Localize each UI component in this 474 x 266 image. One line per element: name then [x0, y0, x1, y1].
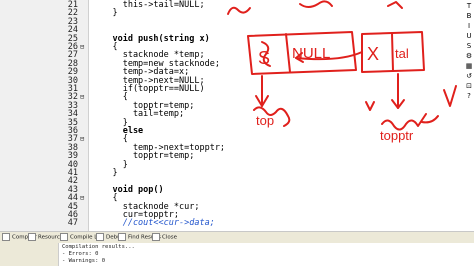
toolbar-button[interactable]: S — [464, 42, 474, 51]
fold-toggle-icon[interactable]: ⊟ — [80, 92, 84, 102]
toolbar-button[interactable]: ⚙ — [464, 52, 474, 61]
compile-log-sidebar — [0, 243, 59, 266]
code-line: } — [92, 8, 118, 19]
fold-toggle-icon[interactable]: ⊟ — [80, 42, 84, 52]
toolbar-button[interactable]: U — [464, 32, 474, 41]
compiler-icon — [2, 233, 10, 241]
toolbar-button[interactable]: ▦ — [464, 62, 474, 71]
tab-label: Close — [162, 234, 177, 241]
close-icon — [152, 233, 160, 241]
log-line: - Errors: 0 — [62, 251, 99, 257]
toolbar-button[interactable]: I — [464, 22, 474, 31]
code-line: //cout<<cur->data; — [92, 218, 215, 229]
toolbar-button[interactable]: ⊡ — [464, 82, 474, 91]
code-line: } — [92, 168, 118, 178]
toolbar-button[interactable]: T — [464, 2, 474, 11]
compile-log-panel: Compilation results... - Errors: 0- Warni… — [0, 243, 474, 266]
line-number: 47 — [67, 218, 78, 229]
resources-icon — [28, 233, 36, 241]
toolbar-button[interactable]: ? — [464, 92, 474, 101]
compile-log-icon — [60, 233, 68, 241]
code-editor[interactable]: 21 22 23 24 25 26 ⊟ 27 28 29 30 31 32 ⊟ 33 34 35 36 37 ⊟ 38 3… — [0, 0, 466, 231]
find-results-icon — [118, 233, 126, 241]
toolbar-button[interactable]: B — [464, 12, 474, 21]
log-line: Compilation results... — [62, 244, 135, 250]
fold-toggle-icon[interactable]: ⊟ — [80, 193, 84, 203]
tab-close[interactable]: Close — [152, 233, 177, 242]
toolbar-button[interactable]: ↺ — [464, 72, 474, 81]
fold-toggle-icon[interactable]: ⊟ — [80, 134, 84, 144]
log-line: - Warnings: 0 — [62, 258, 106, 264]
line-number-gutter: 21 22 23 24 25 26 ⊟ 27 28 29 30 31 32 ⊟ 33 34 35 36 37 ⊟ 38 3… — [0, 0, 89, 231]
debug-icon — [96, 233, 104, 241]
